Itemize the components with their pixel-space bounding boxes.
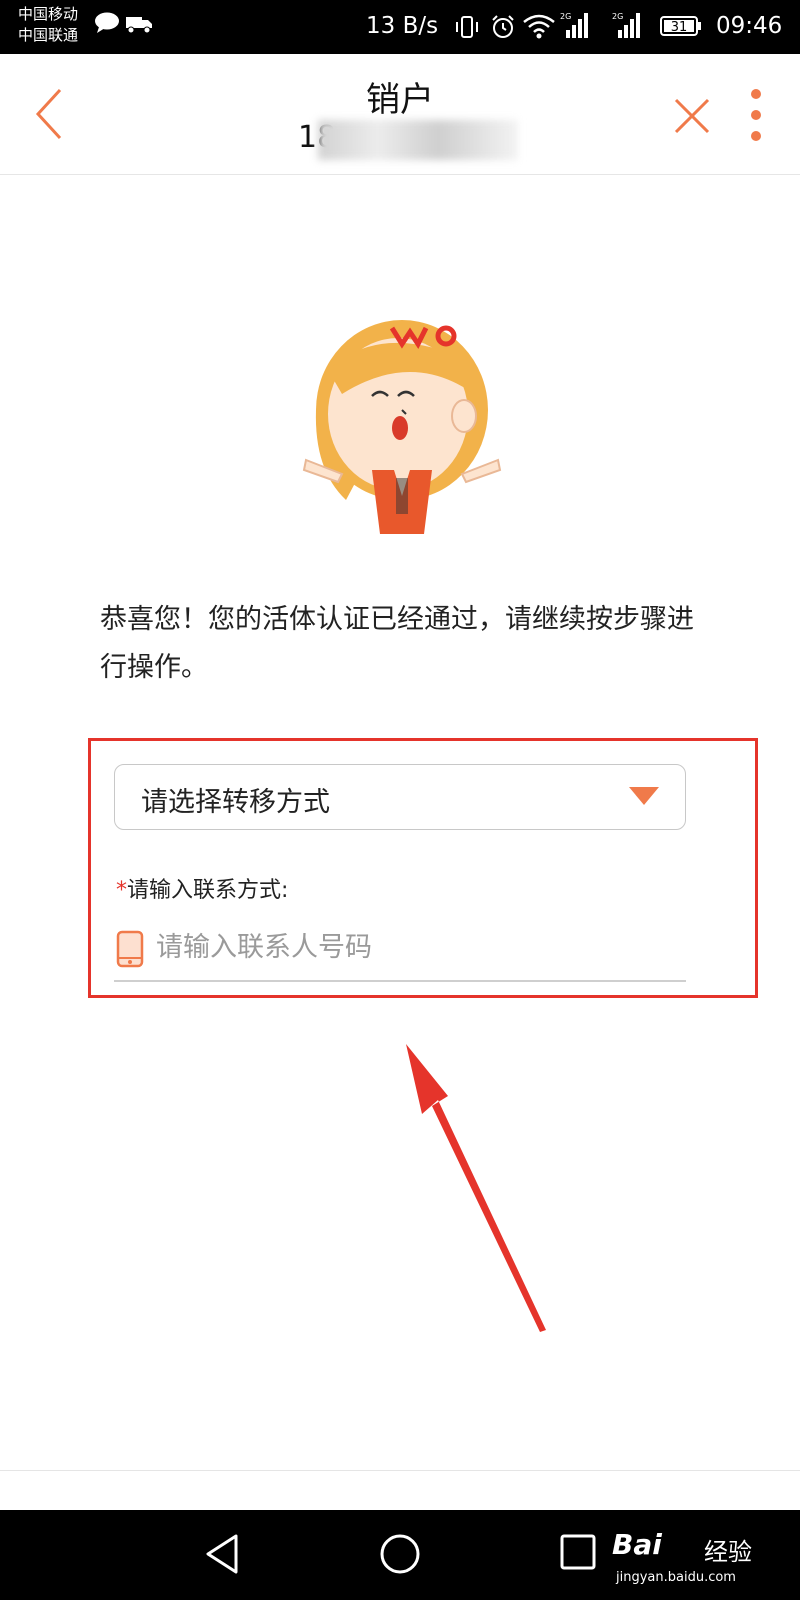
phone-icon: [116, 930, 144, 968]
header: 销户 18: [0, 54, 800, 175]
contact-number-input[interactable]: [156, 924, 686, 970]
transfer-method-select[interactable]: 请选择转移方式: [114, 764, 686, 830]
more-vertical-icon[interactable]: [748, 88, 764, 144]
watermark-url: jingyan.baidu.com: [616, 1570, 736, 1585]
divider: [0, 1470, 800, 1471]
message-icon: [95, 12, 119, 33]
signal-strength-icon: 2G: [560, 12, 588, 38]
mascot-brand-mark: WO: [438, 317, 442, 319]
status-bar: 中国移动 中国联通 13 B/s 2G 2G 31 09:46: [0, 0, 800, 54]
transfer-method-value: 请选择转移方式: [141, 787, 330, 818]
nav-recent-apps-icon[interactable]: [558, 1532, 598, 1572]
dropdown-triangle-icon: [629, 787, 659, 805]
required-mark: *: [116, 878, 127, 903]
close-icon[interactable]: [670, 94, 714, 138]
wifi-icon: [523, 14, 555, 39]
signal-strength-icon: 2G: [612, 12, 640, 38]
network-speed: 13 B/s: [366, 13, 439, 39]
network-type-tag: 2G: [560, 12, 571, 21]
network-type-tag: 2G: [612, 12, 623, 21]
nav-back-icon[interactable]: [200, 1530, 244, 1578]
success-message: 恭喜您！您的活体认证已经通过，请继续按步骤进行操作。: [100, 604, 694, 683]
carrier-2: 中国联通: [18, 26, 79, 44]
watermark-logo: Bai: [612, 1528, 662, 1561]
battery-level: 31: [671, 20, 688, 35]
nav-home-icon[interactable]: [376, 1530, 424, 1578]
system-nav-bar: Bai 经验 jingyan.baidu.com: [0, 1510, 800, 1600]
battery-icon: 31: [660, 16, 701, 36]
redacted-number-blur: [318, 120, 518, 160]
delivery-truck-icon: [126, 17, 152, 34]
clock: 09:46: [716, 13, 783, 39]
watermark-brand: 经验: [704, 1538, 752, 1566]
mascot-illustration: WO: [302, 317, 502, 534]
annotation-arrow: [406, 1044, 546, 1332]
alarm-icon: [492, 15, 514, 38]
contact-label-text: 请输入联系方式:: [127, 878, 289, 903]
carrier-names: 中国移动 中国联通: [18, 4, 78, 46]
vibrate-icon: [456, 16, 478, 38]
input-underline: [114, 980, 686, 982]
contact-field-label: *请输入联系方式:: [116, 872, 288, 904]
carrier-1: 中国移动: [18, 5, 79, 23]
